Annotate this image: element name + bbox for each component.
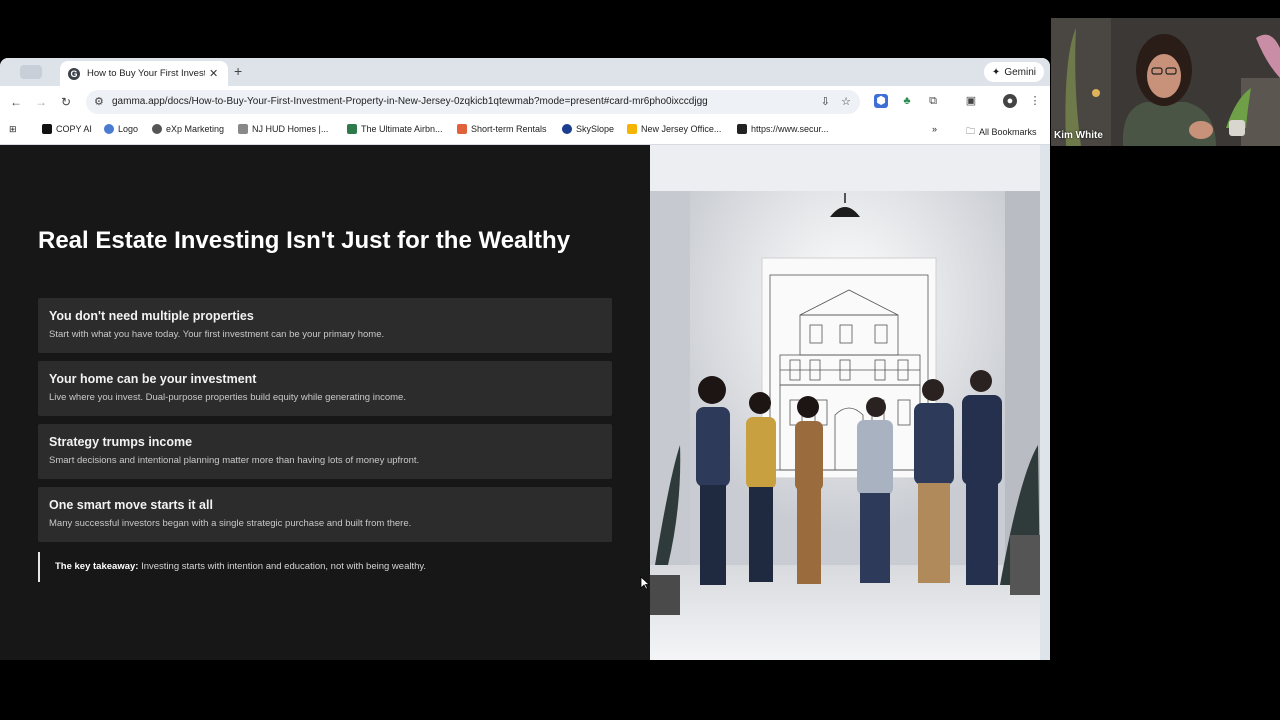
- presentation-slide: Real Estate Investing Isn't Just for the…: [0, 145, 1040, 660]
- gamma-favicon-icon: G: [68, 67, 80, 80]
- hud-icon: [238, 124, 248, 134]
- forward-icon[interactable]: →: [35, 95, 47, 109]
- point-card: You don't need multiple properties Start…: [38, 298, 612, 353]
- slide-illustration: [650, 145, 1040, 660]
- all-bookmarks[interactable]: 🗀 All Bookmarks: [966, 124, 1037, 140]
- apps-grid-icon[interactable]: ⊞: [9, 124, 17, 135]
- browser-toolbar: ← → ↻ ⚙ gamma.app/docs/How-to-Buy-Your-F…: [0, 86, 1050, 118]
- point-card: One smart move starts it all Many succes…: [38, 487, 612, 542]
- lock-icon: [737, 124, 747, 134]
- house-icon: [457, 124, 467, 134]
- skyslope-icon: [562, 124, 572, 134]
- back-icon[interactable]: ←: [10, 95, 22, 109]
- bookmark-item[interactable]: NJ HUD Homes |...: [238, 124, 328, 134]
- bookmark-item[interactable]: The Ultimate Airbn...: [347, 124, 443, 134]
- gemini-button[interactable]: ✦ Gemini: [983, 62, 1044, 82]
- airbnb-guide-icon: [347, 124, 357, 134]
- gemini-sparkle-icon: ✦: [991, 66, 1001, 78]
- card-description: Many successful investors began with a s…: [49, 518, 412, 529]
- tab-bar: G How to Buy Your First Investm ✕ + ✦ Ge…: [0, 58, 1050, 86]
- investors-viewing-blueprint-illustration: [650, 145, 1040, 660]
- mouse-cursor-icon: [640, 576, 649, 590]
- site-info-icon[interactable]: ⚙: [94, 95, 104, 108]
- bookmark-item[interactable]: SkySlope: [562, 124, 614, 134]
- tab-title: How to Buy Your First Investm: [87, 68, 205, 79]
- address-bar[interactable]: ⚙ gamma.app/docs/How-to-Buy-Your-First-I…: [86, 90, 860, 114]
- bookmark-item[interactable]: COPY AI: [42, 124, 92, 134]
- more-bookmarks-icon[interactable]: »: [932, 124, 937, 134]
- folder-icon: 🗀: [966, 126, 976, 136]
- bookmark-item[interactable]: Logo: [104, 124, 138, 134]
- bookmark-star-icon[interactable]: ☆: [841, 95, 851, 108]
- card-title: Strategy trumps income: [49, 435, 193, 449]
- copy-ai-icon: [42, 124, 52, 134]
- participant-video-tile: Kim White: [1051, 18, 1280, 146]
- url-text: gamma.app/docs/How-to-Buy-Your-First-Inv…: [112, 96, 708, 107]
- globe-icon: [152, 124, 162, 134]
- bookmark-item[interactable]: Short-term Rentals: [457, 124, 547, 134]
- menu-kebab-icon[interactable]: ⋮: [1028, 94, 1042, 108]
- new-tab-icon[interactable]: +: [234, 63, 242, 79]
- card-title: You don't need multiple properties: [49, 309, 254, 323]
- reload-icon[interactable]: ↻: [61, 95, 71, 109]
- card-title: Your home can be your investment: [49, 372, 257, 386]
- slide-heading: Real Estate Investing Isn't Just for the…: [38, 227, 571, 254]
- tab-search-icon-2[interactable]: ▣: [964, 94, 978, 108]
- bookmark-item[interactable]: eXp Marketing: [152, 124, 224, 134]
- extension-icon[interactable]: ⬢: [874, 94, 888, 108]
- card-description: Start with what you have today. Your fir…: [49, 329, 385, 340]
- card-description: Live where you invest. Dual-purpose prop…: [49, 392, 406, 403]
- bookmark-item[interactable]: https://www.secur...: [737, 124, 829, 134]
- key-takeaway-callout: The key takeaway: Investing starts with …: [38, 552, 600, 582]
- takeaway-text: The key takeaway: Investing starts with …: [55, 561, 426, 572]
- bookmark-item[interactable]: New Jersey Office...: [627, 124, 721, 134]
- extensions-puzzle-icon[interactable]: ⧉: [926, 94, 940, 108]
- slide-text-panel: Real Estate Investing Isn't Just for the…: [0, 145, 650, 660]
- bookmarks-bar: ⊞ COPY AI Logo eXp Marketing NJ HUD Home…: [0, 118, 1050, 145]
- card-title: One smart move starts it all: [49, 498, 213, 512]
- card-description: Smart decisions and intentional planning…: [49, 455, 420, 466]
- logo-icon: [104, 124, 114, 134]
- point-card: Strategy trumps income Smart decisions a…: [38, 424, 612, 479]
- point-card: Your home can be your investment Live wh…: [38, 361, 612, 416]
- tab-search-icon[interactable]: [20, 65, 42, 79]
- participant-video-feed: [1051, 18, 1280, 146]
- active-tab[interactable]: G How to Buy Your First Investm ✕: [60, 61, 228, 86]
- gemini-label: Gemini: [1004, 66, 1036, 78]
- close-tab-icon[interactable]: ✕: [209, 67, 218, 80]
- browser-window: G How to Buy Your First Investm ✕ + ✦ Ge…: [0, 58, 1050, 660]
- extension-2-icon[interactable]: ♣: [900, 94, 914, 108]
- participant-name: Kim White: [1054, 130, 1103, 141]
- takeaway-label: The key takeaway:: [55, 561, 139, 572]
- takeaway-body: Investing starts with intention and educ…: [138, 561, 427, 572]
- profile-avatar-icon[interactable]: ●: [1003, 94, 1017, 108]
- install-app-icon[interactable]: ⇩: [821, 95, 830, 108]
- drive-icon: [627, 124, 637, 134]
